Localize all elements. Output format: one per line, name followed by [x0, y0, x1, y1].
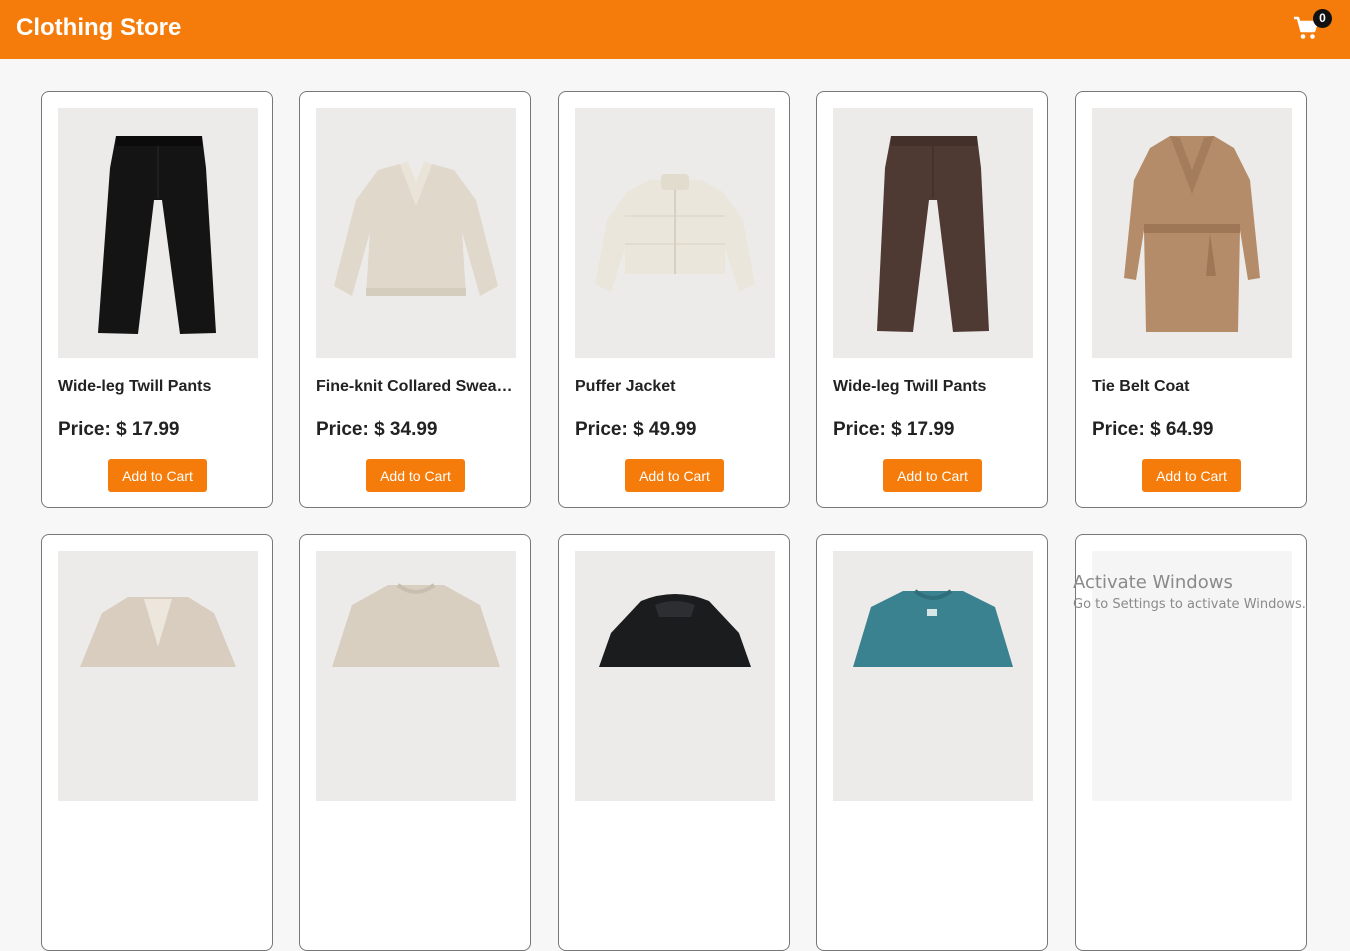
product-name[interactable]: Puffer Jacket	[575, 378, 775, 396]
product-price: Price: $ 64.99	[1092, 419, 1214, 440]
activate-windows-watermark: Activate Windows	[1073, 572, 1233, 593]
brown-pants-image[interactable]	[833, 108, 1033, 358]
cart-count-badge: 0	[1313, 9, 1332, 28]
teal-sweater-image[interactable]	[833, 551, 1033, 801]
product-card: Puffer Jacket Price: $ 49.99 Add to Cart	[558, 91, 790, 508]
store-title[interactable]: Clothing Store	[16, 14, 181, 42]
cream-puffer-jacket-image[interactable]	[575, 108, 775, 358]
product-card: Wide-leg Twill Pants Price: $ 17.99 Add …	[816, 91, 1048, 508]
beige-blazer-image[interactable]	[58, 551, 258, 801]
add-to-cart-button[interactable]: Add to Cart	[625, 459, 724, 492]
beige-knit-sweater-image[interactable]	[316, 551, 516, 801]
product-name[interactable]: Tie Belt Coat	[1092, 378, 1292, 396]
black-pants-image[interactable]	[58, 108, 258, 358]
activate-windows-subtext: Go to Settings to activate Windows.	[1073, 597, 1306, 612]
add-to-cart-button[interactable]: Add to Cart	[366, 459, 465, 492]
product-card	[41, 534, 273, 951]
cream-sweater-image[interactable]	[316, 108, 516, 358]
product-name[interactable]: Wide-leg Twill Pants	[58, 378, 258, 396]
product-price: Price: $ 49.99	[575, 419, 697, 440]
black-puffer-jacket-image[interactable]	[575, 551, 775, 801]
product-name[interactable]: Wide-leg Twill Pants	[833, 378, 1033, 396]
product-card: Tie Belt Coat Price: $ 64.99 Add to Cart	[1075, 91, 1307, 508]
product-price: Price: $ 17.99	[58, 419, 180, 440]
add-to-cart-button[interactable]: Add to Cart	[1142, 459, 1241, 492]
product-name[interactable]: Fine-knit Collared Sweater	[316, 378, 516, 396]
add-to-cart-button[interactable]: Add to Cart	[883, 459, 982, 492]
camel-coat-image[interactable]	[1092, 108, 1292, 358]
product-card: Wide-leg Twill Pants Price: $ 17.99 Add …	[41, 91, 273, 508]
product-price: Price: $ 17.99	[833, 419, 955, 440]
product-card	[816, 534, 1048, 951]
product-card: Fine-knit Collared Sweater Price: $ 34.9…	[299, 91, 531, 508]
header: Clothing Store 0	[0, 0, 1350, 59]
product-card	[299, 534, 531, 951]
product-price: Price: $ 34.99	[316, 419, 438, 440]
product-card	[558, 534, 790, 951]
add-to-cart-button[interactable]: Add to Cart	[108, 459, 207, 492]
